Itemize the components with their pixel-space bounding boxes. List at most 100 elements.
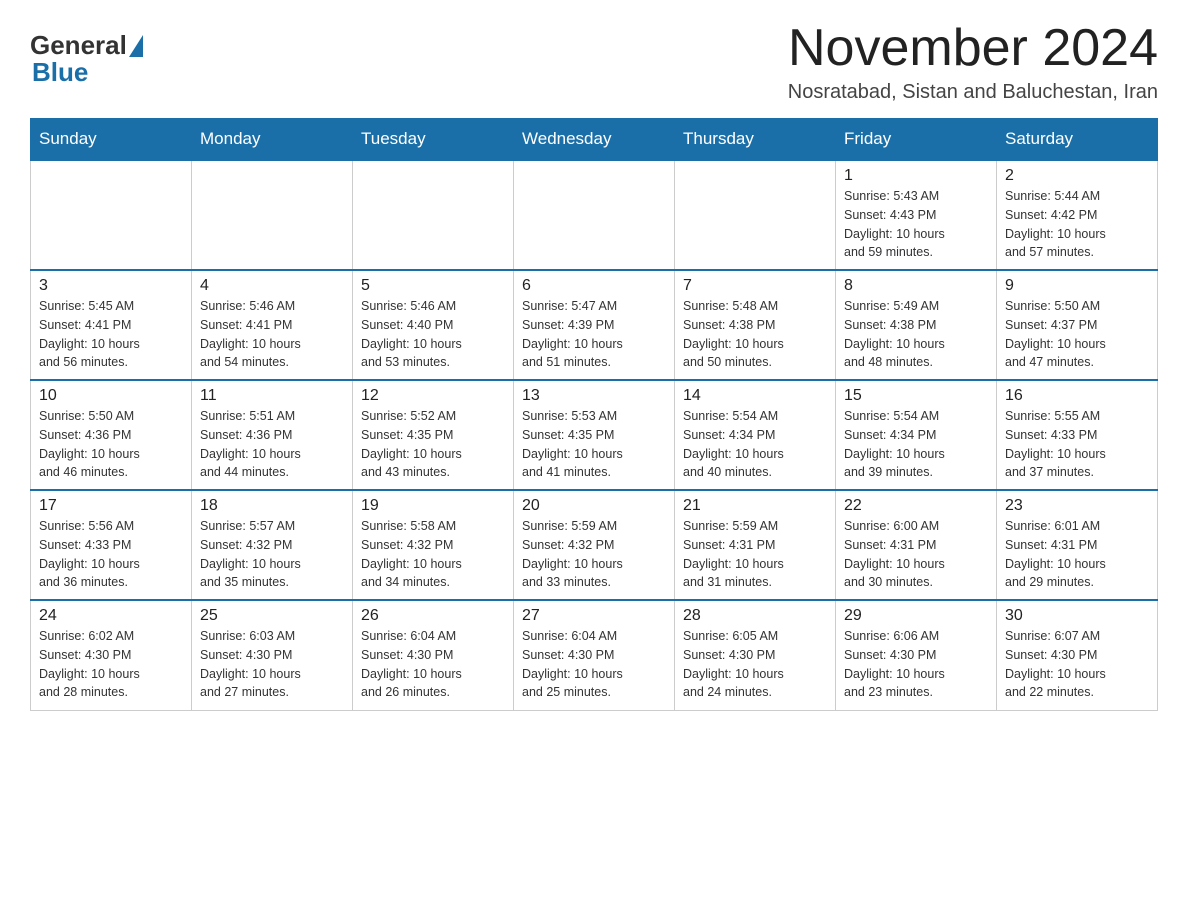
logo-triangle-icon [129,35,143,57]
col-header-wednesday: Wednesday [514,119,675,161]
day-info: Sunrise: 5:43 AM Sunset: 4:43 PM Dayligh… [844,187,988,262]
day-info: Sunrise: 6:03 AM Sunset: 4:30 PM Dayligh… [200,627,344,702]
logo: General Blue [30,20,145,88]
calendar-cell: 21 Sunrise: 5:59 AM Sunset: 4:31 PM Dayli… [675,490,836,600]
day-number: 14 [683,387,827,405]
calendar-cell: 7 Sunrise: 5:48 AM Sunset: 4:38 PM Daylig… [675,270,836,380]
day-info: Sunrise: 5:45 AM Sunset: 4:41 PM Dayligh… [39,297,183,372]
calendar-week-row: 24 Sunrise: 6:02 AM Sunset: 4:30 PM Dayli… [31,600,1158,710]
day-number: 21 [683,497,827,515]
day-info: Sunrise: 5:58 AM Sunset: 4:32 PM Dayligh… [361,517,505,592]
day-info: Sunrise: 5:47 AM Sunset: 4:39 PM Dayligh… [522,297,666,372]
calendar-cell: 25 Sunrise: 6:03 AM Sunset: 4:30 PM Dayli… [192,600,353,710]
col-header-saturday: Saturday [997,119,1158,161]
day-number: 7 [683,277,827,295]
day-info: Sunrise: 6:01 AM Sunset: 4:31 PM Dayligh… [1005,517,1149,592]
day-number: 18 [200,497,344,515]
calendar-cell: 11Sunrise: 5:51 AM Sunset: 4:36 PM Dayli… [192,380,353,490]
day-info: Sunrise: 6:04 AM Sunset: 4:30 PM Dayligh… [361,627,505,702]
day-info: Sunrise: 5:50 AM Sunset: 4:36 PM Dayligh… [39,407,183,482]
day-info: Sunrise: 6:07 AM Sunset: 4:30 PM Dayligh… [1005,627,1149,702]
day-number: 25 [200,607,344,625]
col-header-thursday: Thursday [675,119,836,161]
calendar-cell [353,160,514,270]
day-number: 17 [39,497,183,515]
day-info: Sunrise: 5:44 AM Sunset: 4:42 PM Dayligh… [1005,187,1149,262]
day-info: Sunrise: 5:49 AM Sunset: 4:38 PM Dayligh… [844,297,988,372]
day-info: Sunrise: 5:57 AM Sunset: 4:32 PM Dayligh… [200,517,344,592]
col-header-tuesday: Tuesday [353,119,514,161]
day-info: Sunrise: 6:05 AM Sunset: 4:30 PM Dayligh… [683,627,827,702]
calendar-week-row: 17Sunrise: 5:56 AM Sunset: 4:33 PM Dayli… [31,490,1158,600]
location-title: Nosratabad, Sistan and Baluchestan, Iran [788,81,1158,104]
calendar-cell: 14 Sunrise: 5:54 AM Sunset: 4:34 PM Dayli… [675,380,836,490]
day-number: 1 [844,167,988,185]
calendar-cell: 6 Sunrise: 5:47 AM Sunset: 4:39 PM Daylig… [514,270,675,380]
day-number: 20 [522,497,666,515]
day-info: Sunrise: 5:55 AM Sunset: 4:33 PM Dayligh… [1005,407,1149,482]
calendar-cell: 22Sunrise: 6:00 AM Sunset: 4:31 PM Dayli… [836,490,997,600]
day-info: Sunrise: 6:02 AM Sunset: 4:30 PM Dayligh… [39,627,183,702]
calendar-cell [192,160,353,270]
calendar-cell: 10Sunrise: 5:50 AM Sunset: 4:36 PM Dayli… [31,380,192,490]
calendar-cell [514,160,675,270]
page-header: General Blue November 2024 Nosratabad, S… [30,20,1158,104]
calendar-cell: 8 Sunrise: 5:49 AM Sunset: 4:38 PM Daylig… [836,270,997,380]
calendar-cell [31,160,192,270]
calendar-week-row: 10Sunrise: 5:50 AM Sunset: 4:36 PM Dayli… [31,380,1158,490]
day-info: Sunrise: 5:50 AM Sunset: 4:37 PM Dayligh… [1005,297,1149,372]
day-info: Sunrise: 5:53 AM Sunset: 4:35 PM Dayligh… [522,407,666,482]
day-number: 24 [39,607,183,625]
day-number: 28 [683,607,827,625]
day-number: 12 [361,387,505,405]
day-info: Sunrise: 5:48 AM Sunset: 4:38 PM Dayligh… [683,297,827,372]
calendar-cell: 16 Sunrise: 5:55 AM Sunset: 4:33 PM Dayli… [997,380,1158,490]
calendar-cell: 15Sunrise: 5:54 AM Sunset: 4:34 PM Dayli… [836,380,997,490]
calendar-cell: 19 Sunrise: 5:58 AM Sunset: 4:32 PM Dayli… [353,490,514,600]
day-number: 2 [1005,167,1149,185]
day-info: Sunrise: 5:52 AM Sunset: 4:35 PM Dayligh… [361,407,505,482]
day-number: 16 [1005,387,1149,405]
title-area: November 2024 Nosratabad, Sistan and Bal… [788,20,1158,104]
day-number: 4 [200,277,344,295]
day-info: Sunrise: 5:46 AM Sunset: 4:41 PM Dayligh… [200,297,344,372]
day-info: Sunrise: 6:04 AM Sunset: 4:30 PM Dayligh… [522,627,666,702]
day-number: 30 [1005,607,1149,625]
calendar-cell: 4 Sunrise: 5:46 AM Sunset: 4:41 PM Daylig… [192,270,353,380]
calendar-cell: 9 Sunrise: 5:50 AM Sunset: 4:37 PM Daylig… [997,270,1158,380]
calendar-cell: 23 Sunrise: 6:01 AM Sunset: 4:31 PM Dayli… [997,490,1158,600]
calendar-cell: 27 Sunrise: 6:04 AM Sunset: 4:30 PM Dayli… [514,600,675,710]
day-info: Sunrise: 6:00 AM Sunset: 4:31 PM Dayligh… [844,517,988,592]
day-info: Sunrise: 5:59 AM Sunset: 4:32 PM Dayligh… [522,517,666,592]
day-info: Sunrise: 5:54 AM Sunset: 4:34 PM Dayligh… [844,407,988,482]
calendar-week-row: 1 Sunrise: 5:43 AM Sunset: 4:43 PM Daylig… [31,160,1158,270]
calendar-table: SundayMondayTuesdayWednesdayThursdayFrid… [30,118,1158,711]
day-info: Sunrise: 5:54 AM Sunset: 4:34 PM Dayligh… [683,407,827,482]
day-info: Sunrise: 5:59 AM Sunset: 4:31 PM Dayligh… [683,517,827,592]
calendar-cell: 12 Sunrise: 5:52 AM Sunset: 4:35 PM Dayli… [353,380,514,490]
month-title: November 2024 [788,20,1158,77]
day-info: Sunrise: 6:06 AM Sunset: 4:30 PM Dayligh… [844,627,988,702]
logo-blue-text: Blue [32,57,88,88]
day-number: 9 [1005,277,1149,295]
col-header-sunday: Sunday [31,119,192,161]
calendar-cell [675,160,836,270]
day-number: 26 [361,607,505,625]
calendar-cell: 17Sunrise: 5:56 AM Sunset: 4:33 PM Dayli… [31,490,192,600]
day-number: 3 [39,277,183,295]
calendar-week-row: 3 Sunrise: 5:45 AM Sunset: 4:41 PM Daylig… [31,270,1158,380]
day-number: 6 [522,277,666,295]
day-number: 27 [522,607,666,625]
col-header-friday: Friday [836,119,997,161]
day-number: 5 [361,277,505,295]
calendar-cell: 28 Sunrise: 6:05 AM Sunset: 4:30 PM Dayli… [675,600,836,710]
day-number: 29 [844,607,988,625]
calendar-cell: 1 Sunrise: 5:43 AM Sunset: 4:43 PM Daylig… [836,160,997,270]
day-number: 19 [361,497,505,515]
day-number: 23 [1005,497,1149,515]
col-header-monday: Monday [192,119,353,161]
day-info: Sunrise: 5:46 AM Sunset: 4:40 PM Dayligh… [361,297,505,372]
calendar-cell: 3 Sunrise: 5:45 AM Sunset: 4:41 PM Daylig… [31,270,192,380]
day-number: 11 [200,387,344,405]
day-number: 8 [844,277,988,295]
